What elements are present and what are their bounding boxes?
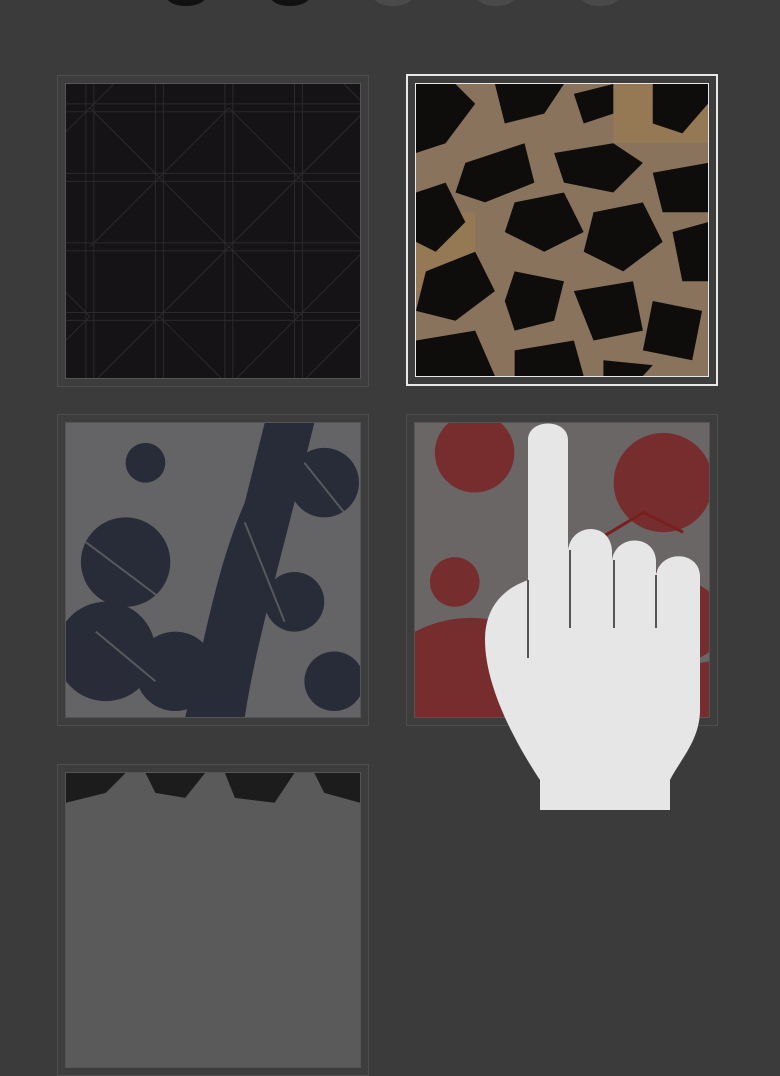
leopard-swatch [415,83,709,377]
pager-dot-2[interactable] [270,0,310,6]
pattern-pager [0,0,780,10]
red-toile-swatch [414,422,710,718]
brush-swatch [65,772,361,1068]
lattice-swatch [65,83,361,379]
pattern-tile-red-toile[interactable] [406,414,718,726]
pager-dot-1[interactable] [166,0,206,6]
pattern-tile-leopard[interactable] [406,74,718,386]
pattern-tile-brush[interactable] [57,764,369,1076]
pattern-tile-lattice[interactable] [57,75,369,387]
pager-dot-4[interactable] [476,0,516,6]
pattern-tile-navy-toile[interactable] [57,414,369,726]
navy-toile-swatch [65,422,361,718]
pager-dot-3[interactable] [373,0,413,6]
pager-dot-5[interactable] [580,0,620,6]
